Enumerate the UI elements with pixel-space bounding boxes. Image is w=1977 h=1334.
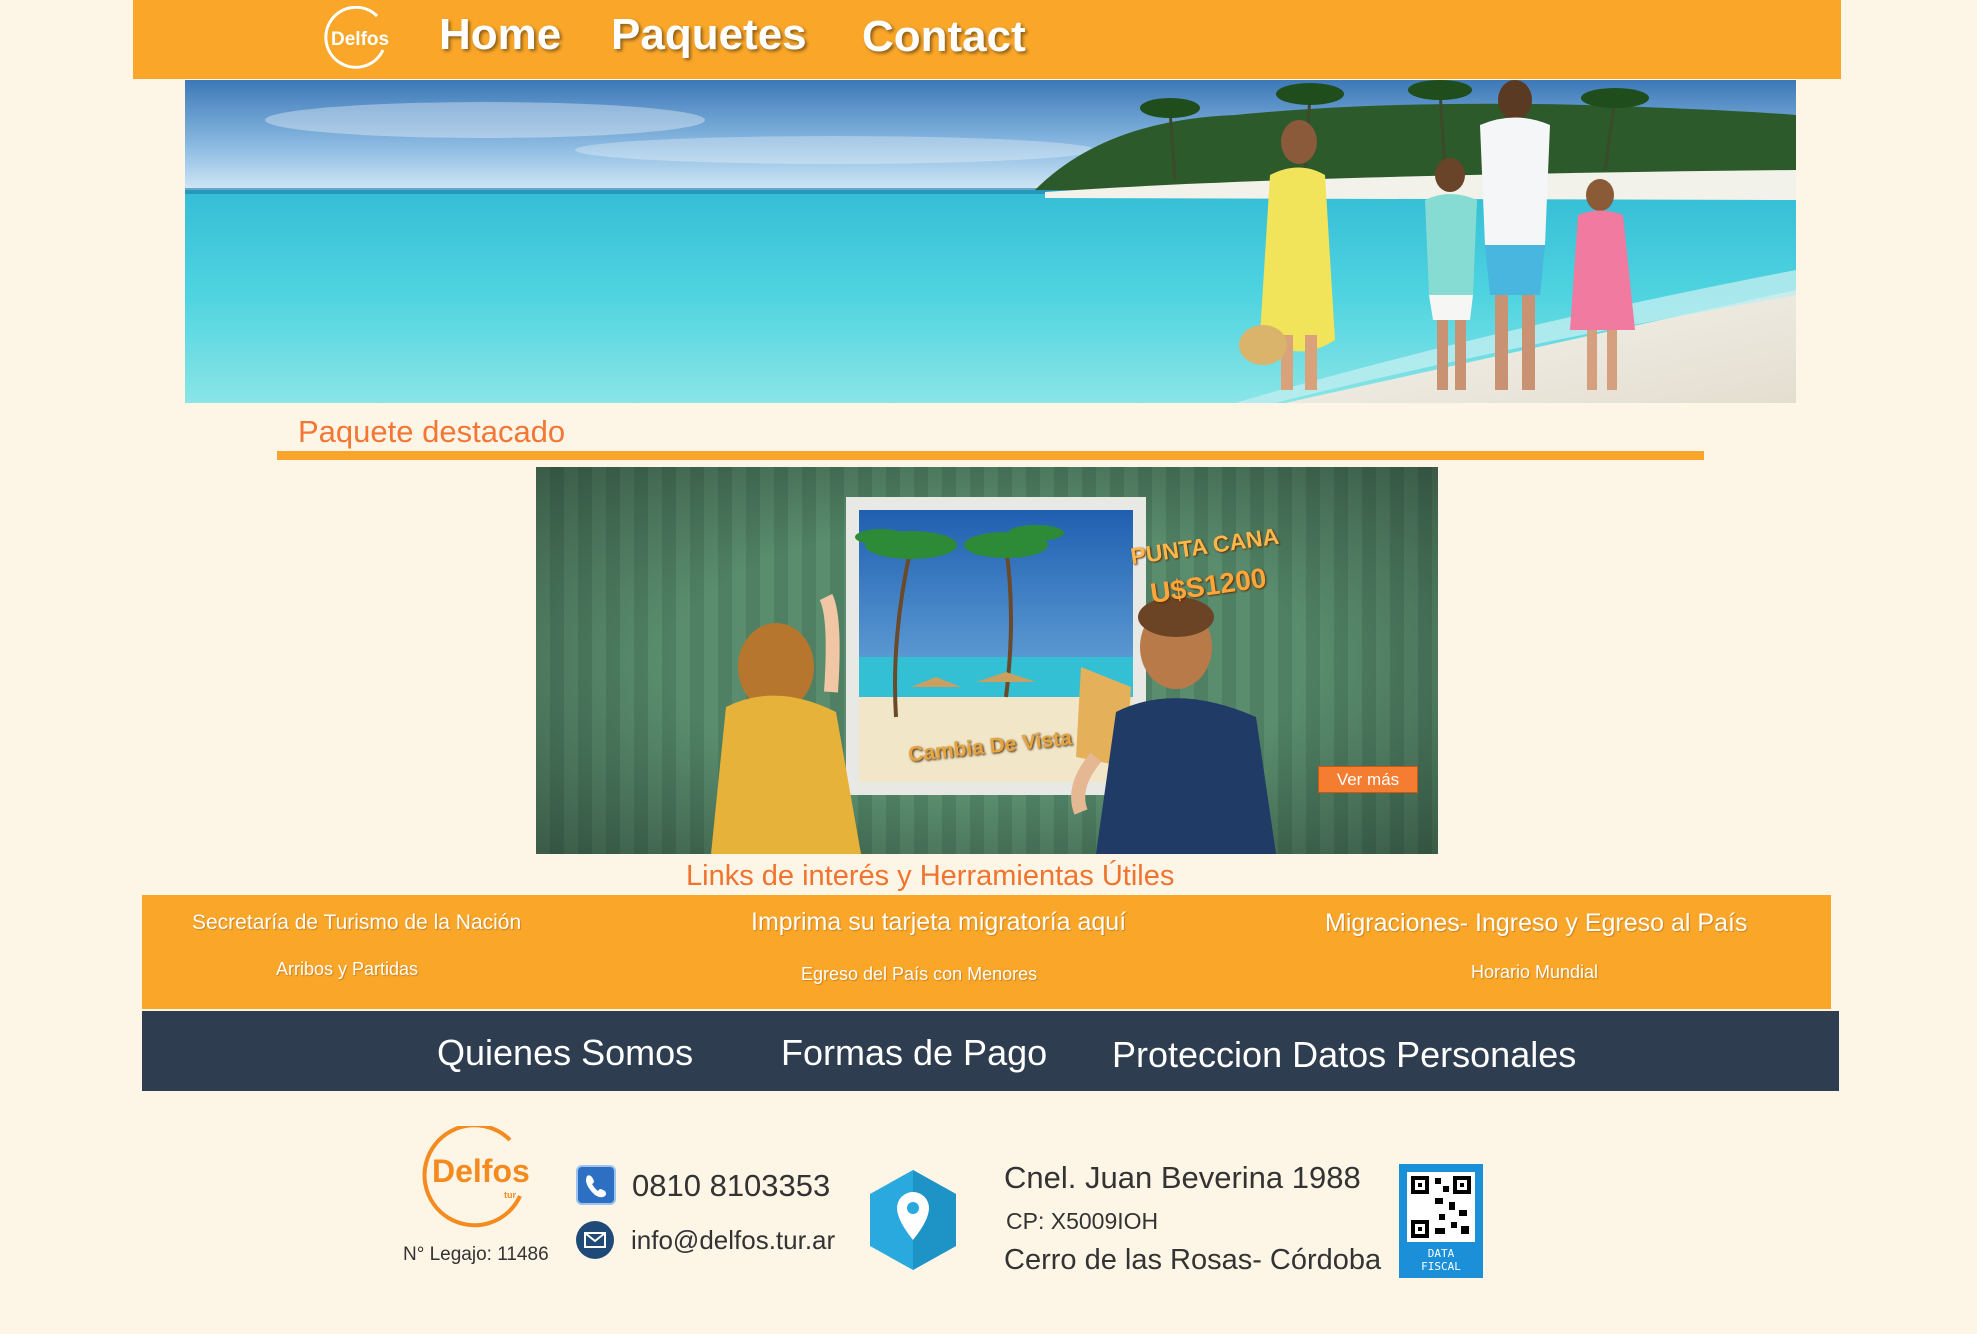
contact-phone[interactable]: 0810 8103353 — [632, 1168, 830, 1204]
nav-paquetes[interactable]: Paquetes — [611, 10, 807, 60]
email-icon — [576, 1221, 614, 1259]
address-city: Cerro de las Rosas- Córdoba — [1004, 1244, 1382, 1276]
link-tarjeta-migratoria[interactable]: Imprima su tarjeta migratoría aquí — [751, 908, 1126, 937]
qr-label-data: DATA — [1428, 1247, 1455, 1260]
ver-mas-button[interactable]: Ver más — [1318, 766, 1418, 793]
link-migraciones[interactable]: Migraciones- Ingreso y Egreso al País — [1325, 909, 1747, 938]
featured-promo-banner[interactable] — [536, 467, 1438, 854]
qr-label-fiscal: FISCAL — [1421, 1260, 1461, 1273]
footer-logo-sub: tur — [504, 1190, 516, 1200]
featured-package-heading: Paquete destacado — [298, 414, 566, 449]
footer-logo-text: Delfos — [432, 1153, 530, 1189]
footer-link-formas-de-pago[interactable]: Formas de Pago — [781, 1032, 1047, 1074]
delfos-footer-logo: Delfos tur — [422, 1126, 530, 1228]
link-secretaria-turismo[interactable]: Secretaría de Turismo de la Nación — [192, 911, 521, 935]
footer-link-proteccion-datos[interactable]: Proteccion Datos Personales — [1112, 1034, 1576, 1076]
contact-email[interactable]: info@delfos.tur.ar — [631, 1225, 835, 1256]
delfos-logo[interactable]: Delfos — [319, 6, 393, 70]
data-fiscal-qr-code[interactable]: DATA FISCAL — [1399, 1164, 1483, 1278]
link-horario-mundial[interactable]: Horario Mundial — [1471, 962, 1598, 983]
nav-logo-text: Delfos — [331, 29, 389, 50]
useful-links-heading: Links de interés y Herramientas Útiles — [686, 860, 1175, 892]
footer-link-quienes-somos[interactable]: Quienes Somos — [437, 1032, 693, 1074]
phone-icon — [576, 1165, 616, 1205]
link-egreso-menores[interactable]: Egreso del País con Menores — [801, 964, 1037, 985]
address-street: Cnel. Juan Beverina 1988 — [1004, 1160, 1361, 1195]
location-pin-icon — [870, 1170, 956, 1270]
footer-nav: Quienes Somos Formas de Pago Proteccion … — [142, 1011, 1839, 1091]
hero-beach-image — [185, 80, 1796, 403]
top-nav: Delfos Home Paquetes Contact — [133, 0, 1841, 79]
link-arribos-partidas[interactable]: Arribos y Partidas — [276, 959, 418, 980]
featured-divider — [277, 451, 1704, 460]
useful-links-panel: Secretaría de Turismo de la Nación Impri… — [142, 895, 1831, 1009]
nav-home[interactable]: Home — [439, 10, 561, 60]
address-postal-code: CP: X5009IOH — [1006, 1208, 1159, 1234]
legajo-number: N° Legajo: 11486 — [403, 1244, 549, 1265]
nav-contact[interactable]: Contact — [862, 12, 1026, 62]
